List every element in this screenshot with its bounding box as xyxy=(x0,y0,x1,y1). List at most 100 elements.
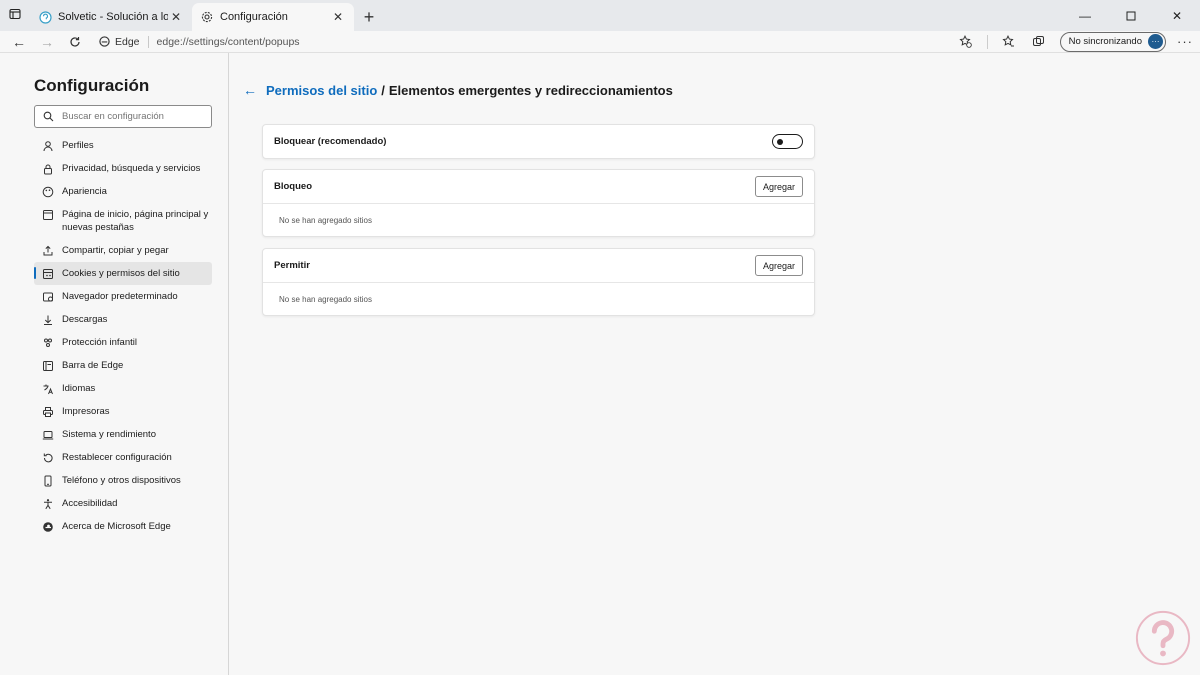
sidebar-item-label: Teléfono y otros dispositivos xyxy=(62,475,181,486)
permitir-label: Permitir xyxy=(274,260,310,271)
refresh-button[interactable] xyxy=(61,31,89,53)
lock-icon xyxy=(42,163,54,175)
block-toggle-label: Bloquear (recomendado) xyxy=(274,136,387,147)
tab-title: Configuración xyxy=(220,11,288,23)
favorites-icon xyxy=(1002,35,1015,47)
sidebar-item-label: Cookies y permisos del sitio xyxy=(62,268,180,279)
settings-sidebar: Configuración Perfiles Privacidad, búsque… xyxy=(0,53,229,675)
sidebar-item-label: Accesibilidad xyxy=(62,498,118,509)
sidebar-item-label: Página de inicio, página principal y nue… xyxy=(62,209,209,233)
settings-main: ← Permisos del sitio / Elementos emergen… xyxy=(240,53,1200,675)
add-block-site-button[interactable]: Agregar xyxy=(754,176,803,197)
permitir-card: Permitir Agregar No se han agregado siti… xyxy=(262,248,815,316)
language-icon xyxy=(42,383,54,395)
address-bar[interactable]: Edge edge://settings/content/popups xyxy=(99,32,951,52)
sidebar-item[interactable]: Descargas xyxy=(34,308,212,331)
page-title: Elementos emergentes y redireccionamient… xyxy=(388,82,673,98)
edge-bar-icon xyxy=(42,360,54,372)
palette-icon xyxy=(42,186,54,198)
sidebar-item-label: Descargas xyxy=(62,314,108,325)
add-allow-site-button[interactable]: Agregar xyxy=(754,255,803,276)
maximize-button[interactable] xyxy=(1108,0,1154,31)
sidebar-item-label: Barra de Edge xyxy=(62,360,124,371)
breadcrumb-link[interactable]: Permisos del sitio xyxy=(266,83,377,98)
sidebar-item-label: Navegador predeterminado xyxy=(62,291,178,302)
sidebar-item-label: Restablecer configuración xyxy=(62,452,172,463)
sidebar-item[interactable]: Sistema y rendimiento xyxy=(34,423,212,446)
sidebar-item[interactable]: Impresoras xyxy=(34,400,212,423)
family-icon xyxy=(42,337,54,349)
sidebar-item[interactable]: Protección infantil xyxy=(34,331,212,354)
permitir-empty-text: No se han agregado sitios xyxy=(279,294,372,304)
sidebar-item[interactable]: Navegador predeterminado xyxy=(34,285,212,308)
breadcrumb: ← Permisos del sitio / Elementos emergen… xyxy=(243,82,673,98)
sidebar-item[interactable]: Restablecer configuración xyxy=(34,446,212,469)
sidebar-item[interactable]: Compartir, copiar y pegar xyxy=(34,239,212,262)
tab-strip: Solvetic - Solución a los problemas ✕ Co… xyxy=(0,0,1200,31)
phone-icon xyxy=(42,475,54,487)
sidebar-item[interactable]: Cookies y permisos del sitio xyxy=(34,262,212,285)
block-toggle[interactable] xyxy=(772,134,803,149)
settings-search[interactable] xyxy=(34,105,212,128)
bloqueo-label: Bloqueo xyxy=(274,181,312,192)
add-favorite-button[interactable] xyxy=(951,31,981,53)
sidebar-item-label: Apariencia xyxy=(62,186,107,197)
new-tab-button[interactable]: + xyxy=(354,3,384,31)
site-info-chip[interactable]: Edge xyxy=(99,35,149,48)
sidebar-item-label: Idiomas xyxy=(62,383,96,394)
favorites-button[interactable] xyxy=(994,31,1024,53)
solvetic-watermark-icon xyxy=(1135,610,1191,666)
accessibility-icon xyxy=(42,498,54,510)
bloqueo-empty-text: No se han agregado sitios xyxy=(279,215,372,225)
close-tab-icon[interactable]: ✕ xyxy=(330,9,346,25)
sidebar-item-label: Perfiles xyxy=(62,140,94,151)
back-button[interactable]: ← xyxy=(5,31,33,53)
forward-button[interactable]: → xyxy=(33,31,61,53)
toggle-knob xyxy=(777,138,783,145)
sidebar-item[interactable]: Accesibilidad xyxy=(34,492,212,515)
star-add-icon xyxy=(959,35,972,48)
profile-sync-button[interactable]: No sincronizando ··· xyxy=(1059,31,1166,52)
sidebar-item[interactable]: Barra de Edge xyxy=(34,354,212,377)
edge-chip-label: Edge xyxy=(115,35,140,48)
breadcrumb-separator: / xyxy=(381,82,385,98)
sidebar-item[interactable]: Privacidad, búsqueda y servicios xyxy=(34,157,212,180)
close-window-button[interactable]: ✕ xyxy=(1154,0,1200,31)
url-text: edge://settings/content/popups xyxy=(156,35,300,48)
block-toggle-card: Bloquear (recomendado) xyxy=(262,124,815,159)
edge-logo-icon xyxy=(42,521,54,533)
search-input[interactable] xyxy=(62,111,202,122)
sidebar-item-label: Protección infantil xyxy=(62,337,137,348)
sidebar-item-label: Compartir, copiar y pegar xyxy=(62,245,169,256)
sidebar-item[interactable]: Apariencia xyxy=(34,180,212,203)
refresh-icon xyxy=(70,36,80,47)
bloqueo-card: Bloqueo Agregar No se han agregado sitio… xyxy=(262,169,815,237)
edge-logo-icon xyxy=(99,36,110,47)
share-icon xyxy=(42,245,54,257)
collections-button[interactable] xyxy=(1024,31,1054,53)
address-toolbar: ← → Edge edge://settings/content/popups … xyxy=(0,31,1200,53)
tab-configuracion[interactable]: Configuración ✕ xyxy=(192,3,354,31)
sidebar-item[interactable]: Página de inicio, página principal y nue… xyxy=(34,203,212,239)
tab-title: Solvetic - Solución a los problemas xyxy=(58,11,168,23)
settings-content: Configuración Perfiles Privacidad, búsque… xyxy=(0,53,1200,675)
home-page-icon xyxy=(42,209,54,221)
sidebar-item[interactable]: Teléfono y otros dispositivos xyxy=(34,469,212,492)
minimize-button[interactable]: — xyxy=(1062,0,1108,31)
collections-icon xyxy=(1033,36,1045,46)
sidebar-item-label: Sistema y rendimiento xyxy=(62,429,156,440)
tab-actions-button[interactable] xyxy=(0,0,30,31)
solvetic-favicon-icon xyxy=(38,10,52,24)
avatar: ··· xyxy=(1148,34,1163,49)
sidebar-item[interactable]: Perfiles xyxy=(34,134,212,157)
sidebar-item[interactable]: Acerca de Microsoft Edge xyxy=(34,515,212,538)
sidebar-item[interactable]: Idiomas xyxy=(34,377,212,400)
tab-solvetic[interactable]: Solvetic - Solución a los problemas ✕ xyxy=(30,3,192,31)
more-options-button[interactable]: ··· xyxy=(1170,31,1200,53)
settings-nav: Perfiles Privacidad, búsqueda y servicios… xyxy=(34,134,212,538)
sidebar-item-label: Privacidad, búsqueda y servicios xyxy=(62,163,201,174)
back-arrow-icon[interactable]: ← xyxy=(243,82,257,98)
close-tab-icon[interactable]: ✕ xyxy=(168,9,184,25)
settings-title: Configuración xyxy=(34,76,150,95)
gear-icon xyxy=(200,10,214,24)
